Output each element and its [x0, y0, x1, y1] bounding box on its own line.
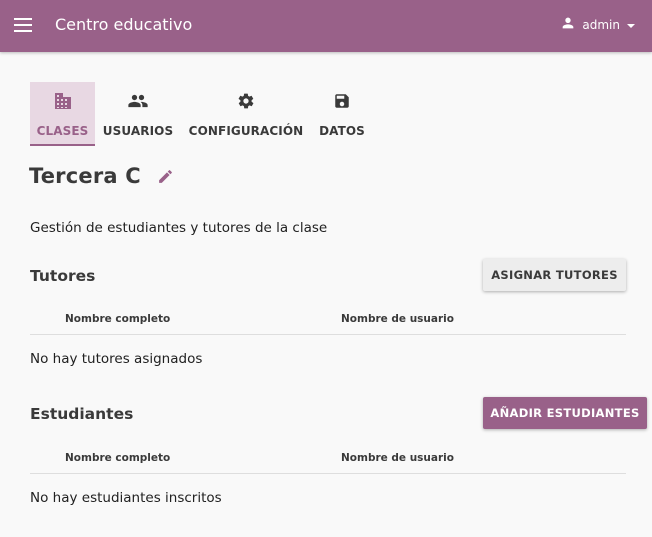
user-menu[interactable]: admin: [560, 13, 636, 37]
classroom-icon: [53, 90, 73, 112]
tab-configuracion[interactable]: CONFIGURACIÓN: [181, 82, 311, 146]
tutors-table-header: Nombre completo Nombre de usuario: [30, 311, 626, 335]
hamburger-menu-icon[interactable]: [6, 8, 40, 42]
column-header-username[interactable]: Nombre de usuario: [341, 313, 454, 325]
tab-datos[interactable]: DATOS: [311, 82, 373, 146]
column-header-full-name[interactable]: Nombre completo: [65, 452, 170, 464]
tab-label: CONFIGURACIÓN: [188, 124, 304, 138]
people-icon: [127, 90, 149, 112]
class-heading: Tercera C: [29, 164, 177, 188]
tutors-section-title: Tutores: [30, 267, 96, 285]
person-icon: [560, 15, 576, 35]
tab-label: DATOS: [319, 124, 365, 138]
column-header-full-name[interactable]: Nombre completo: [65, 313, 170, 325]
app-bar: Centro educativo admin: [0, 0, 652, 52]
tab-label: CLASES: [36, 124, 89, 138]
save-icon: [333, 90, 351, 112]
caret-down-icon: [626, 16, 636, 35]
tab-label: USUARIOS: [102, 124, 174, 138]
pencil-icon[interactable]: [155, 165, 177, 187]
column-header-username[interactable]: Nombre de usuario: [341, 452, 454, 464]
tab-clases[interactable]: CLASES: [30, 82, 95, 146]
app-title: Centro educativo: [55, 15, 193, 34]
students-table-header: Nombre completo Nombre de usuario: [30, 450, 626, 474]
facility-tabs: CLASES USUARIOS CONFIGURACIÓN DATOS: [30, 82, 373, 146]
user-name: admin: [582, 18, 620, 32]
class-description: Gestión de estudiantes y tutores de la c…: [30, 220, 328, 236]
assign-tutors-button[interactable]: ASIGNAR TUTORES: [483, 259, 626, 291]
class-title: Tercera C: [29, 164, 141, 188]
tutors-empty-message: No hay tutores asignados: [30, 351, 203, 367]
gear-icon: [237, 90, 255, 112]
add-students-button[interactable]: AÑADIR ESTUDIANTES: [483, 397, 647, 429]
students-section-title: Estudiantes: [30, 405, 134, 423]
tab-usuarios[interactable]: USUARIOS: [95, 82, 181, 146]
students-empty-message: No hay estudiantes inscritos: [30, 490, 222, 506]
